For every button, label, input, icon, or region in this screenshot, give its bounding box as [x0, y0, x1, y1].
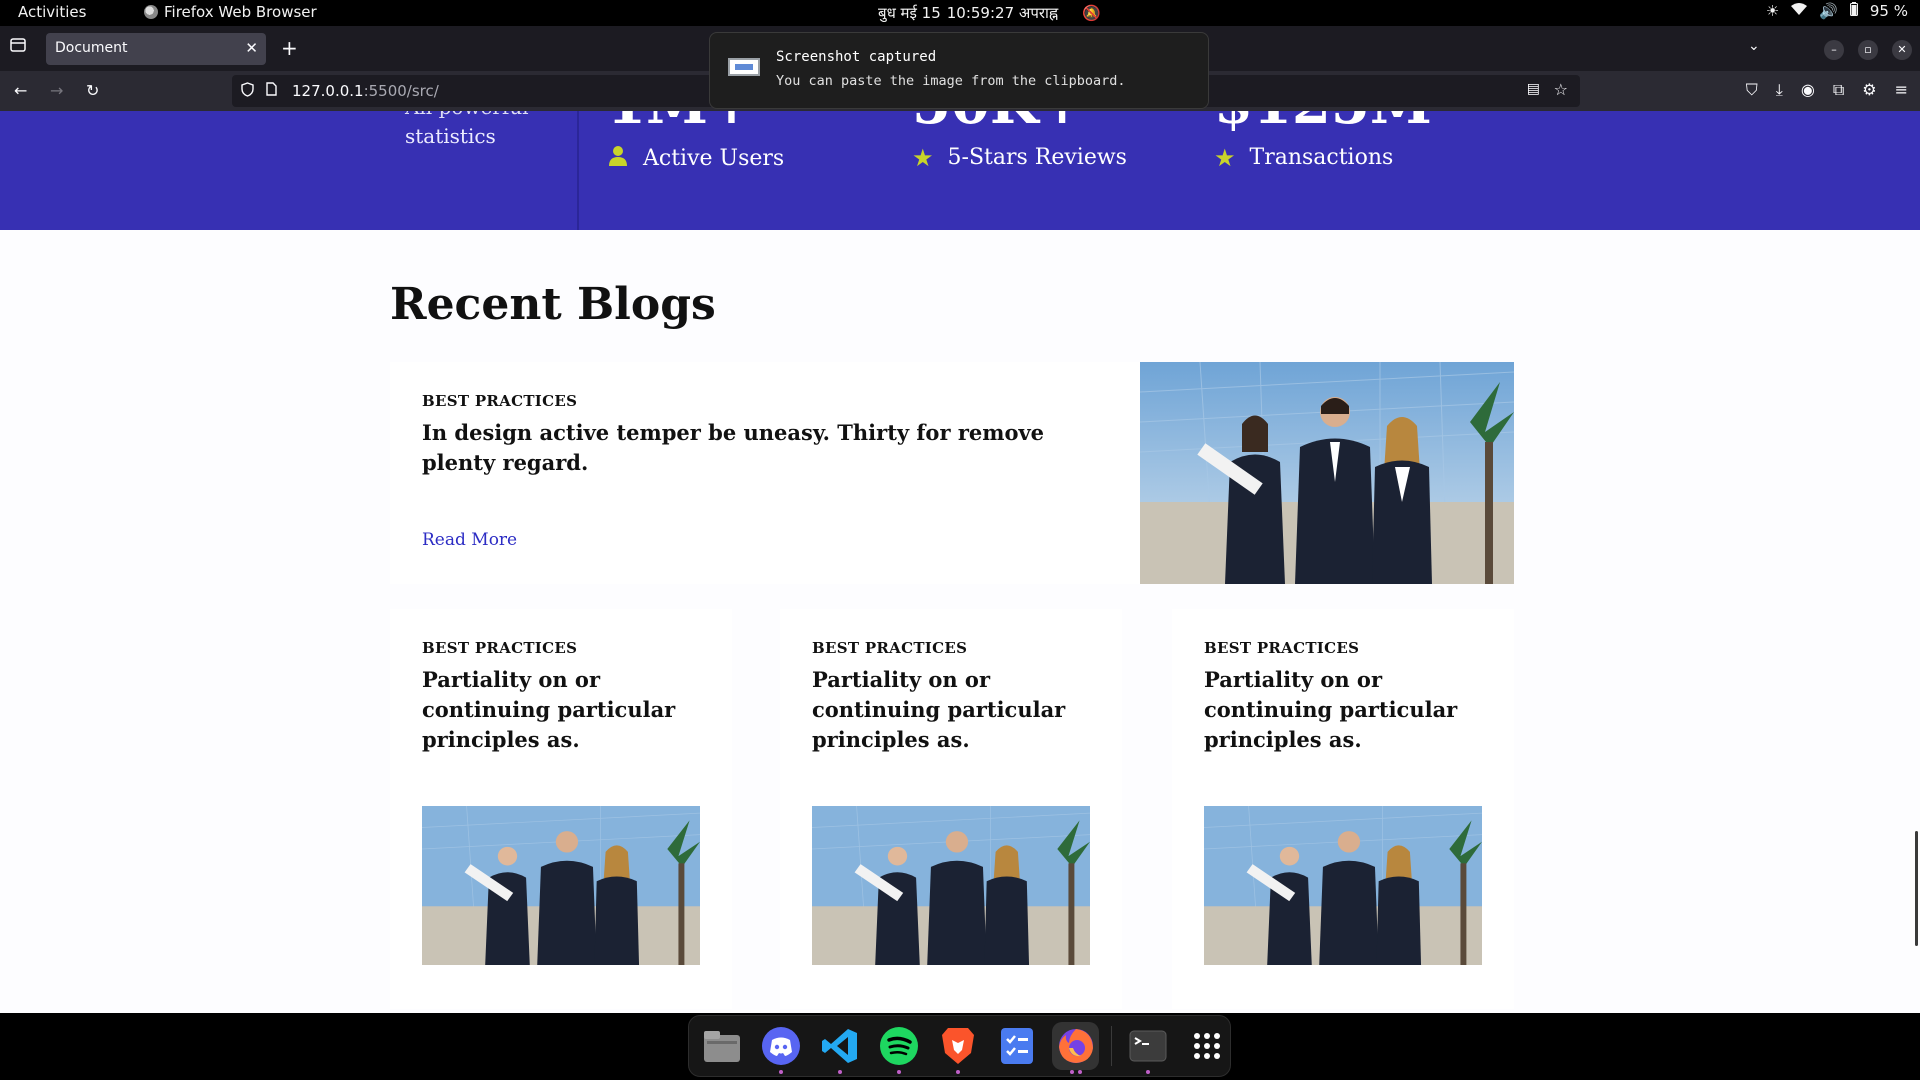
stat-label: 5-Stars Reviews	[947, 145, 1127, 170]
system-tray[interactable]: ☀ 🔊 95 %	[1766, 2, 1908, 20]
vscode-icon[interactable]	[817, 1022, 864, 1074]
blog-headline[interactable]: Partiality on or continuing particular p…	[812, 665, 1097, 755]
star-icon: ★	[912, 143, 934, 172]
firefox-small-icon	[144, 5, 158, 19]
notification-title: Screenshot captured	[776, 49, 937, 65]
brave-icon[interactable]	[935, 1022, 982, 1074]
tab-list-icon[interactable]	[10, 38, 30, 56]
wifi-icon	[1791, 2, 1808, 20]
featured-blog-card[interactable]: BEST PRACTICES In design active temper b…	[390, 362, 1514, 584]
reader-view-icon[interactable]: ▤	[1527, 81, 1540, 97]
close-tab-icon[interactable]: ✕	[245, 39, 258, 57]
app-grid-icon[interactable]	[1183, 1022, 1230, 1070]
page-info-icon[interactable]	[266, 82, 277, 100]
user-icon	[607, 145, 629, 171]
app-menu[interactable]: Firefox Web Browser	[144, 3, 317, 21]
stat-value: 50K+	[912, 111, 1086, 137]
list-all-tabs-chevron-icon[interactable]: ⌄	[1748, 38, 1760, 54]
back-icon[interactable]: ←	[14, 81, 27, 100]
discord-icon[interactable]	[758, 1022, 805, 1074]
extensions-icon[interactable]: ⧉	[1833, 80, 1844, 100]
stat-value: 1M+	[607, 111, 755, 137]
browser-tab[interactable]: Document ✕	[46, 33, 266, 65]
spotify-icon[interactable]	[876, 1022, 923, 1074]
page-scrollbar[interactable]	[1915, 831, 1918, 946]
blog-card[interactable]: BEST PRACTICES Partiality on or continui…	[390, 609, 732, 1009]
running-indicator	[779, 1070, 784, 1074]
clock[interactable]: बुध मई 15 10:59:27 अपराह्न 🔕	[878, 3, 1101, 23]
running-indicator	[897, 1070, 902, 1074]
running-indicator	[1145, 1070, 1150, 1074]
tab-title: Document	[55, 40, 128, 56]
running-indicator	[838, 1070, 843, 1074]
downloads-icon[interactable]: ⤓	[1776, 80, 1783, 100]
stats-banner: All powerful statistics 1M+ Active Users…	[0, 111, 1920, 230]
battery-percentage: 95 %	[1869, 2, 1908, 20]
blog-card[interactable]: BEST PRACTICES Partiality on or continui…	[1172, 609, 1514, 1009]
toolbar-buttons: ⛉ ⤓ ◉ ⧉ ⚙ ≡	[1746, 80, 1908, 100]
volume-icon: 🔊	[1819, 2, 1838, 20]
blog-headline[interactable]: Partiality on or continuing particular p…	[1204, 665, 1489, 755]
stats-intro: statistics	[405, 124, 496, 148]
notification-bell-icon: 🔕	[1082, 4, 1101, 22]
close-window-icon[interactable]: ✕	[1892, 40, 1912, 60]
blog-image-business-team	[1204, 806, 1482, 965]
reload-icon[interactable]: ↻	[86, 81, 99, 100]
star-icon: ★	[1214, 143, 1236, 172]
running-indicator	[1077, 1070, 1082, 1074]
dock	[688, 1015, 1231, 1077]
system-top-bar: Activities Firefox Web Browser बुध मई 15…	[0, 0, 1920, 26]
files-icon[interactable]	[699, 1022, 746, 1070]
activities-button[interactable]: Activities	[18, 3, 86, 21]
restore-icon[interactable]: ▫	[1858, 40, 1878, 60]
minimize-icon[interactable]: –	[1824, 40, 1844, 60]
url-host: 127.0.0.1	[292, 82, 364, 100]
stat-value: $125M	[1214, 111, 1432, 137]
clock-time: 10:59:27 अपराह्न	[946, 4, 1059, 22]
blog-headline[interactable]: In design active temper be uneasy. Thirt…	[422, 418, 1122, 478]
stats-intro-cut: All powerful	[405, 111, 529, 119]
battery-icon	[1849, 2, 1858, 20]
clock-date: बुध मई 15	[878, 4, 941, 22]
recent-blogs-heading: Recent Blogs	[390, 279, 716, 330]
blog-image-business-team	[422, 806, 700, 965]
forward-icon[interactable]: →	[50, 81, 63, 100]
blog-category: BEST PRACTICES	[422, 639, 578, 657]
blog-category: BEST PRACTICES	[422, 392, 578, 410]
menu-hamburger-icon[interactable]: ≡	[1895, 80, 1908, 100]
dock-area	[0, 1013, 1920, 1080]
screenshot-icon	[728, 58, 760, 76]
running-indicator	[956, 1070, 960, 1074]
blog-category: BEST PRACTICES	[1204, 639, 1360, 657]
screenshot-notification[interactable]: Screenshot captured You can paste the im…	[709, 32, 1209, 109]
tasks-icon[interactable]	[993, 1022, 1040, 1070]
blog-category: BEST PRACTICES	[812, 639, 968, 657]
app-menu-label: Firefox Web Browser	[164, 3, 317, 21]
tracking-shield-icon[interactable]	[241, 82, 254, 101]
url-text[interactable]: 127.0.0.1:5500/src/	[292, 82, 439, 100]
stats-divider	[577, 111, 579, 230]
bookmark-star-icon[interactable]: ☆	[1554, 80, 1568, 99]
blog-headline[interactable]: Partiality on or continuing particular p…	[422, 665, 707, 755]
dock-separator	[1111, 1026, 1113, 1066]
notification-body: You can paste the image from the clipboa…	[776, 73, 1126, 89]
brightness-icon: ☀	[1765, 2, 1780, 20]
terminal-icon[interactable]	[1124, 1022, 1171, 1074]
web-page: All powerful statistics 1M+ Active Users…	[0, 111, 1920, 1013]
blog-image-business-team	[812, 806, 1090, 965]
running-indicator	[1069, 1070, 1074, 1074]
new-tab-icon[interactable]: +	[281, 36, 298, 60]
stat-label: Transactions	[1249, 145, 1394, 170]
blog-card[interactable]: BEST PRACTICES Partiality on or continui…	[780, 609, 1122, 1009]
stat-label: Active Users	[643, 145, 785, 171]
firefox-icon[interactable]	[1052, 1022, 1100, 1074]
account-icon[interactable]: ◉	[1801, 80, 1815, 100]
pocket-icon[interactable]: ⛉	[1746, 80, 1758, 100]
blog-image-business-team	[1140, 362, 1514, 584]
url-path: :5500/src/	[363, 82, 439, 100]
read-more-link[interactable]: Read More	[422, 530, 517, 550]
extension-gear-icon[interactable]: ⚙	[1862, 80, 1876, 100]
